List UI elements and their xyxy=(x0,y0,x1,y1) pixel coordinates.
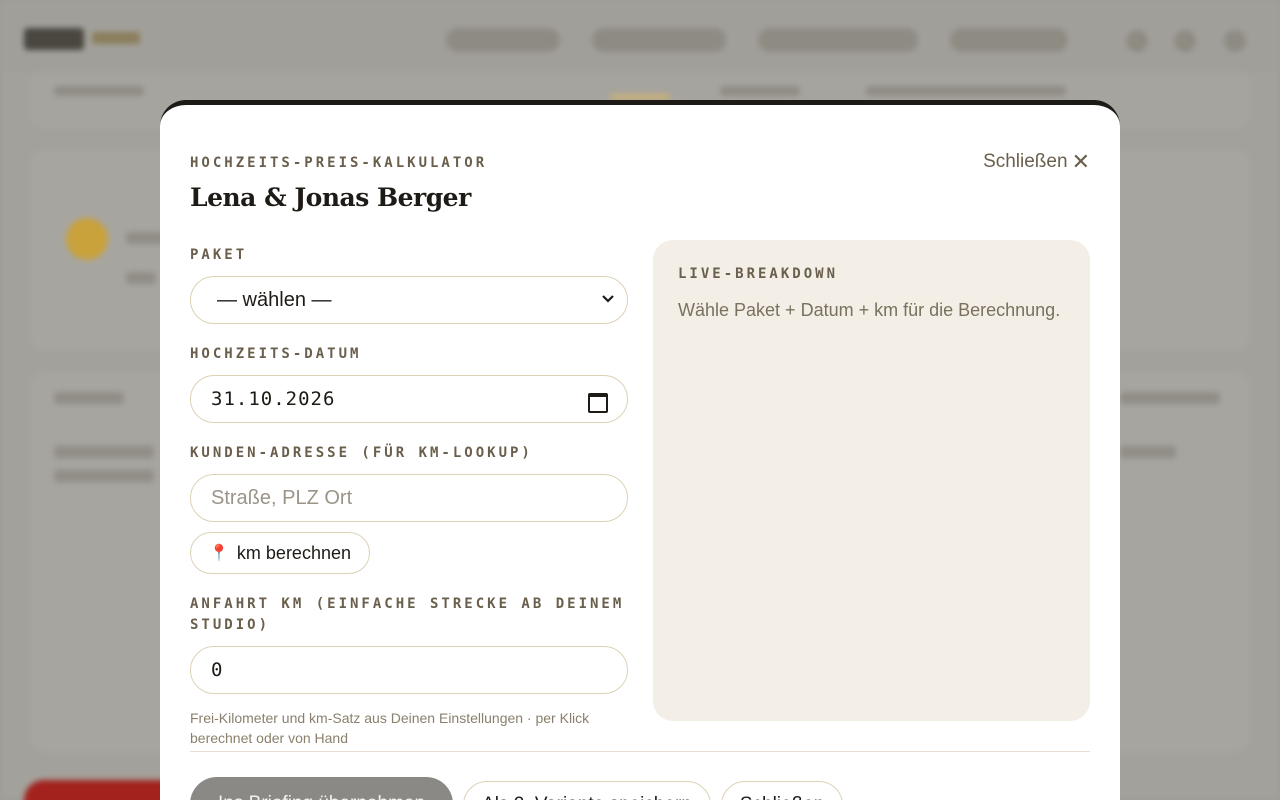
background-logo xyxy=(24,28,84,50)
background-avatar xyxy=(66,218,108,260)
modal-title: Lena & Jonas Berger xyxy=(190,183,471,212)
close-button[interactable]: Schließen ✕ xyxy=(983,151,1090,173)
km-calculate-label: km berechnen xyxy=(236,542,351,563)
distance-km-input[interactable]: 0 xyxy=(190,646,628,694)
background-subnav-item xyxy=(720,86,800,96)
address-input[interactable]: Straße, PLZ Ort xyxy=(190,474,628,522)
background-text xyxy=(126,272,156,284)
km-calculate-button[interactable]: 📍 km berechnen xyxy=(190,532,370,574)
close-footer-button[interactable]: Schließen xyxy=(720,781,844,800)
background-subnav-item xyxy=(54,86,144,96)
background-nav-pill xyxy=(950,28,1068,52)
calendar-icon[interactable] xyxy=(587,390,608,413)
footer-divider xyxy=(190,751,1090,752)
chevron-down-icon xyxy=(601,292,615,308)
package-label: PAKET xyxy=(190,247,248,263)
close-label: Schließen xyxy=(983,151,1068,172)
save-variant-button[interactable]: Als 2. Variante speichern xyxy=(463,781,711,800)
address-label: KUNDEN-ADRESSE (FÜR KM-LOOKUP) xyxy=(190,445,533,461)
pin-icon: 📍 xyxy=(209,545,229,562)
background-text xyxy=(54,392,124,404)
package-select[interactable]: — wählen — xyxy=(190,276,628,324)
date-label: HOCHZEITS-DATUM xyxy=(190,346,362,362)
background-icon xyxy=(1224,30,1246,52)
distance-hint: Frei-Kilometer und km-Satz aus Deinen Ei… xyxy=(190,710,590,746)
background-logo-sub xyxy=(92,32,140,44)
distance-label: ANFAHRT KM (EINFACHE STRECKE AB DEINEM S… xyxy=(190,596,625,633)
background-subnav-item xyxy=(866,86,1066,96)
close-icon: ✕ xyxy=(1071,149,1090,174)
calculator-form: PAKET — wählen — HOCHZEITS-DATUM 31.10.2… xyxy=(190,245,628,748)
background-icon xyxy=(1174,30,1196,52)
wedding-date-value: 31.10.2026 xyxy=(211,388,336,410)
background-text xyxy=(54,446,154,458)
address-placeholder: Straße, PLZ Ort xyxy=(211,486,353,509)
breakdown-text: Wähle Paket + Datum + km für die Berechn… xyxy=(678,300,1061,320)
distance-km-value: 0 xyxy=(211,659,223,681)
background-icon xyxy=(1126,30,1148,52)
modal-actions: Ins Briefing übernehmen Als 2. Variante … xyxy=(190,777,844,800)
background-nav-pill xyxy=(758,28,918,52)
package-select-value: — wählen — xyxy=(217,288,332,311)
background-text xyxy=(54,470,154,482)
background-nav-pill xyxy=(446,28,560,52)
background-text xyxy=(1120,392,1220,404)
price-calculator-modal: HOCHZEITS-PREIS-KALKULATOR Lena & Jonas … xyxy=(160,100,1120,800)
modal-eyebrow: HOCHZEITS-PREIS-KALKULATOR xyxy=(190,155,488,171)
background-text xyxy=(1120,446,1176,458)
wedding-date-input[interactable]: 31.10.2026 xyxy=(190,375,628,423)
breakdown-title: LIVE-BREAKDOWN xyxy=(678,266,839,282)
live-breakdown-panel: LIVE-BREAKDOWN Wähle Paket + Datum + km … xyxy=(653,240,1090,721)
background-nav-pill xyxy=(592,28,726,52)
apply-to-briefing-button[interactable]: Ins Briefing übernehmen xyxy=(190,777,454,800)
